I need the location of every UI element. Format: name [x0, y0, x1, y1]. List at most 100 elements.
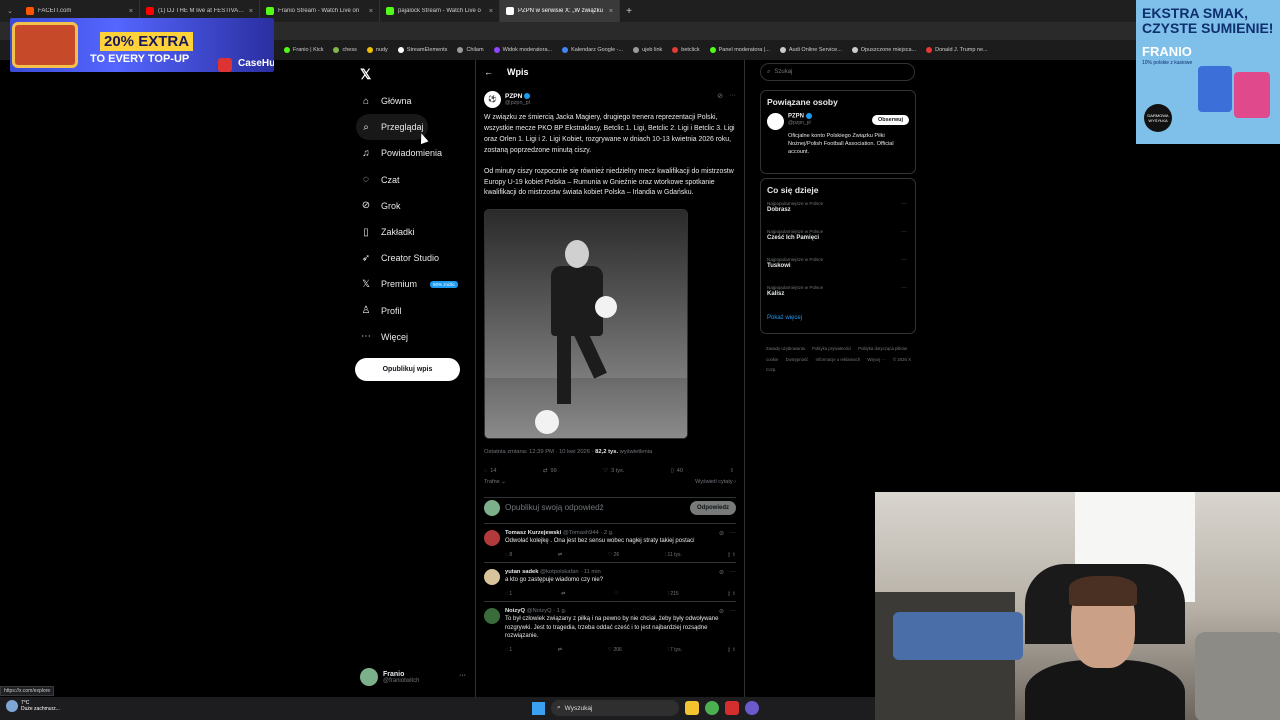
- trend-item[interactable]: Najpopularniejsze w Polsce Cześć Ich Pami…: [767, 229, 909, 257]
- x-logo-icon[interactable]: 𝕏: [360, 66, 371, 83]
- avatar[interactable]: [484, 569, 500, 586]
- bookmark-item[interactable]: Donald J. Trump ne...: [926, 47, 988, 53]
- bookmark-item[interactable]: nudy: [366, 47, 388, 53]
- weather-widget[interactable]: 7°C Duże zachmurz...: [6, 700, 60, 712]
- close-icon[interactable]: ×: [369, 8, 373, 15]
- reply-time[interactable]: 1 g.: [557, 608, 567, 614]
- more-options-icon[interactable]: ···: [730, 608, 736, 615]
- footer-link[interactable]: Więcej ···: [867, 357, 885, 362]
- footer-link[interactable]: Zasady użytkowania: [766, 346, 805, 351]
- repost-button[interactable]: ⇄ 99: [543, 468, 557, 474]
- bookmark-button[interactable]: ▯ ⇪: [728, 647, 736, 653]
- reply-item[interactable]: Tomasz Kurzejewski @Tomash944 · 2 g. Odwo…: [484, 523, 736, 562]
- close-icon[interactable]: ×: [129, 8, 133, 15]
- follow-button[interactable]: Obserwuj: [871, 115, 909, 125]
- back-arrow-icon[interactable]: ←: [484, 67, 493, 77]
- more-options-icon[interactable]: ···: [901, 229, 907, 235]
- pzpn-avatar[interactable]: [767, 113, 784, 130]
- new-tab-button[interactable]: +: [620, 6, 638, 17]
- sidebar-item-grok[interactable]: ⊘ Grok: [356, 193, 471, 219]
- sidebar-item-chat[interactable]: ◌ Czat: [356, 167, 471, 193]
- footer-link[interactable]: Informacje o reklamach: [816, 357, 861, 362]
- sidebar-item-x-premium[interactable]: 𝕏 Premium 50% zniżki: [356, 271, 471, 297]
- more-options-icon[interactable]: ···: [901, 285, 907, 291]
- more-options-icon[interactable]: ···: [729, 92, 736, 100]
- more-options-icon[interactable]: ···: [730, 569, 736, 576]
- sidebar-item-more[interactable]: ⋯ Więcej: [356, 324, 471, 350]
- share-button[interactable]: ⇪: [729, 468, 734, 474]
- close-icon[interactable]: ×: [249, 8, 253, 15]
- reply-item[interactable]: yutan sadek @kotpolskafan · 11 min a kto …: [484, 562, 736, 601]
- sidebar-item-bell[interactable]: ♫ Powiadomienia: [356, 140, 471, 166]
- bookmark-item[interactable]: Audi Online Service...: [779, 47, 842, 53]
- avatar[interactable]: [484, 530, 500, 547]
- app-icon[interactable]: [725, 701, 739, 715]
- related-person[interactable]: PZPN @pzpn_pl Obserwuj: [767, 113, 909, 130]
- more-options-icon[interactable]: ···: [901, 201, 907, 207]
- browser-tab[interactable]: PZPN w serwisie X: „W związku ×: [500, 0, 620, 22]
- reply-author[interactable]: NoizyQ: [505, 608, 525, 614]
- bookmark-item[interactable]: Widok moderatora...: [493, 47, 552, 53]
- browser-tab[interactable]: pajalock Stream - Watch Live o ×: [380, 0, 500, 22]
- reply-author[interactable]: Tomasz Kurzejewski: [505, 530, 561, 536]
- reply-button[interactable]: ◌ 14: [484, 468, 496, 474]
- like-button[interactable]: ♡: [614, 591, 618, 597]
- like-button[interactable]: ♡ 206: [608, 647, 622, 653]
- views-button[interactable]: ⫶ 11 tys.: [665, 552, 682, 558]
- trend-item[interactable]: Najpopularniejsze w Polsce Dobrasz ···: [767, 201, 909, 229]
- reply-submit-button[interactable]: Odpowiedz: [690, 500, 736, 515]
- repost-button[interactable]: ⇄: [558, 552, 562, 558]
- search-input[interactable]: ⌕ Szukaj: [760, 63, 915, 81]
- chrome-icon[interactable]: [705, 701, 719, 715]
- post-timestamp[interactable]: Ostatnia zmiana: 12:39 PM · 10 kwi 2026 …: [484, 449, 595, 455]
- view-quotes-link[interactable]: Wyświetl cytaty ›: [695, 479, 736, 485]
- reply-author[interactable]: yutan sadek: [505, 569, 539, 575]
- bookmark-button[interactable]: ▯ 40: [671, 468, 683, 474]
- tab-list-chevron-icon[interactable]: ⌄: [0, 7, 20, 15]
- more-options-icon[interactable]: ···: [730, 530, 736, 537]
- trend-item[interactable]: Najpopularniejsze w Polsce Tuskowi ···: [767, 257, 909, 285]
- bookmark-item[interactable]: Opuszczone miejsca...: [851, 47, 916, 53]
- post-image[interactable]: [484, 209, 688, 440]
- like-button[interactable]: ♡ 3 tys.: [603, 468, 624, 474]
- like-button[interactable]: ♡ 26: [608, 552, 619, 558]
- bookmark-item[interactable]: Chilam: [457, 47, 484, 53]
- sidebar-item-rocket[interactable]: ➶ Creator Studio: [356, 245, 471, 271]
- more-icon[interactable]: ···: [459, 672, 466, 679]
- grok-icon[interactable]: ⊘: [719, 608, 724, 615]
- avatar[interactable]: [484, 608, 500, 625]
- publish-post-button[interactable]: Opublikuj wpis: [355, 358, 460, 381]
- reply-button[interactable]: ◌ 8: [505, 552, 512, 558]
- close-icon[interactable]: ×: [609, 8, 613, 15]
- pzpn-avatar[interactable]: ⚽: [484, 90, 501, 108]
- footer-link[interactable]: Polityka prywatności: [812, 346, 851, 351]
- views-button[interactable]: ⫶ 215: [668, 591, 679, 597]
- bookmark-item[interactable]: Kalendarz Google -...: [562, 47, 623, 53]
- bookmark-item[interactable]: Panel moderatora |...: [709, 47, 770, 53]
- close-icon[interactable]: ×: [489, 8, 493, 15]
- show-more-link[interactable]: Pokaż więcej: [767, 315, 909, 321]
- sort-dropdown[interactable]: Trafne ⌄: [484, 479, 506, 485]
- grok-icon[interactable]: ⊘: [719, 569, 724, 576]
- reply-time[interactable]: 2 g.: [604, 530, 614, 536]
- author-handle[interactable]: @pzpn_pl: [505, 100, 530, 106]
- bookmark-item[interactable]: StreamElements: [397, 47, 447, 53]
- bookmark-button[interactable]: ▯ ⇪: [728, 552, 736, 558]
- reply-item[interactable]: NoizyQ @NoizyQ · 1 g. To był człowiek zwi…: [484, 601, 736, 656]
- reply-input[interactable]: Opublikuj swoją odpowiedź: [505, 503, 685, 512]
- bookmark-item[interactable]: Franio | Kick: [284, 47, 323, 53]
- footer-link[interactable]: Dostępność: [786, 357, 809, 362]
- sidebar-item-home[interactable]: ⌂ Główna: [356, 88, 471, 114]
- repost-button[interactable]: ⇄: [561, 591, 565, 597]
- file-explorer-icon[interactable]: [685, 701, 699, 715]
- grok-icon[interactable]: ⊘: [717, 92, 723, 100]
- taskbar-search[interactable]: ⌕ Wyszukaj: [551, 700, 679, 716]
- account-switcher[interactable]: Franio @franiotwitch ···: [360, 666, 470, 688]
- bookmark-item[interactable]: betclick: [672, 47, 700, 53]
- discord-icon[interactable]: [745, 701, 759, 715]
- bookmark-button[interactable]: ▯ ⇪: [728, 591, 736, 597]
- views-button[interactable]: ⫶ 7 tys.: [667, 647, 682, 653]
- reply-button[interactable]: ◌ 1: [505, 647, 512, 653]
- sidebar-item-bookmark[interactable]: ▯ Zakładki: [356, 219, 471, 245]
- bookmark-item[interactable]: chess: [333, 47, 357, 53]
